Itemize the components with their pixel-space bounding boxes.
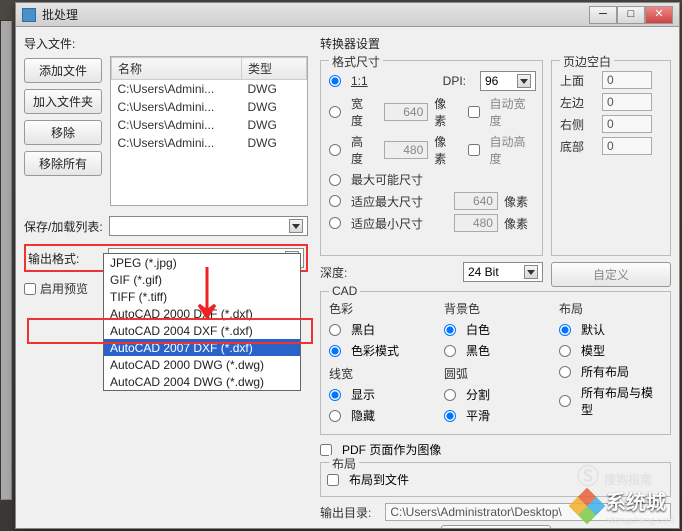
custom-button[interactable]: 自定义 — [551, 262, 671, 287]
fit-min-radio[interactable] — [329, 217, 341, 229]
margins-group: 页边空白 上面 左边 右侧 底部 — [551, 60, 671, 256]
pdf-as-image-check[interactable] — [320, 444, 332, 456]
chevron-down-icon — [289, 219, 303, 233]
arc-split-radio[interactable] — [444, 389, 456, 401]
dropdown-option[interactable]: JPEG (*.jpg) — [104, 254, 300, 271]
dropdown-option[interactable]: GIF (*.gif) — [104, 271, 300, 288]
col-name[interactable]: 名称 — [112, 58, 242, 80]
auto-width-check[interactable] — [468, 106, 480, 118]
titlebar[interactable]: 批处理 ─ □ ✕ — [16, 3, 679, 27]
width-input[interactable] — [384, 103, 428, 121]
table-row: C:\Users\Admini...DWG — [112, 98, 307, 116]
layout-all-radio[interactable] — [559, 366, 571, 378]
lw-hide-radio[interactable] — [329, 410, 341, 422]
depth-combo[interactable]: 24 Bit — [463, 262, 543, 282]
arc-smooth-radio[interactable] — [444, 410, 456, 422]
layout2-group: 布局 布局到文件 — [320, 462, 671, 497]
output-format-dropdown[interactable]: JPEG (*.jpg) GIF (*.gif) TIFF (*.tiff) A… — [103, 253, 301, 391]
dropdown-option[interactable]: AutoCAD 2004 DXF (*.dxf) — [104, 322, 300, 339]
output-format-label: 输出格式: — [28, 250, 102, 267]
add-folder-button[interactable]: 加入文件夹 — [24, 89, 102, 114]
lw-show-radio[interactable] — [329, 389, 341, 401]
remove-all-button[interactable]: 移除所有 — [24, 151, 102, 176]
enable-preview-checkbox[interactable] — [24, 283, 36, 295]
add-files-button[interactable]: 添加文件 — [24, 58, 102, 83]
dropdown-option-selected[interactable]: AutoCAD 2007 DXF (*.dxf) — [104, 339, 300, 356]
format-size-group: 格式尺寸 1:1 DPI: 96 宽度 像素 — [320, 60, 543, 256]
window-title: 批处理 — [42, 6, 78, 23]
maximize-button[interactable]: □ — [617, 6, 645, 24]
margin-right-input[interactable] — [602, 115, 652, 133]
start-button[interactable]: 开始 — [441, 525, 551, 528]
table-row: C:\Users\Admini...DWG — [112, 134, 307, 152]
conv-settings-label: 转换器设置 — [320, 35, 671, 52]
table-row: C:\Users\Admini...DWG — [112, 116, 307, 134]
auto-height-check[interactable] — [468, 144, 480, 156]
dropdown-option[interactable]: AutoCAD 2000 DXF (*.dxf) — [104, 305, 300, 322]
app-icon — [22, 8, 36, 22]
colormode-radio[interactable] — [329, 345, 341, 357]
dropdown-option[interactable]: AutoCAD 2004 DWG (*.dwg) — [104, 373, 300, 390]
layout-allmodel-radio[interactable] — [559, 395, 571, 407]
output-dir-input[interactable] — [385, 503, 671, 521]
dropdown-option[interactable]: AutoCAD 2000 DWG (*.dwg) — [104, 356, 300, 373]
layout-to-file-check[interactable] — [327, 474, 339, 486]
max-possible-radio[interactable] — [329, 174, 341, 186]
bg-left-rail — [0, 20, 12, 500]
dpi-combo[interactable]: 96 — [480, 71, 536, 91]
remove-button[interactable]: 移除 — [24, 120, 102, 145]
margin-top-input[interactable] — [602, 71, 652, 89]
height-input[interactable] — [384, 141, 428, 159]
import-label: 导入文件: — [24, 35, 308, 52]
chevron-down-icon — [517, 74, 531, 88]
dropdown-option[interactable]: TIFF (*.tiff) — [104, 288, 300, 305]
table-row: C:\Users\Admini...DWG — [112, 80, 307, 99]
height-radio[interactable] — [329, 144, 341, 156]
file-table[interactable]: 名称 类型 C:\Users\Admini...DWG C:\Users\Adm… — [110, 56, 308, 206]
save-load-label: 保存/加载列表: — [24, 218, 103, 235]
chevron-down-icon — [524, 265, 538, 279]
fit-min-input[interactable] — [454, 214, 498, 232]
layout-default-radio[interactable] — [559, 324, 571, 336]
margin-left-input[interactable] — [602, 93, 652, 111]
bg-black-radio[interactable] — [444, 345, 456, 357]
bg-white-radio[interactable] — [444, 324, 456, 336]
close-button[interactable]: ✕ — [645, 6, 673, 24]
fit-max-input[interactable] — [454, 192, 498, 210]
width-radio[interactable] — [329, 106, 341, 118]
cad-group: CAD 色彩 黑白 色彩模式 线宽 显示 隐藏 背景色 白色 黑色 圆弧 — [320, 291, 671, 435]
enable-preview-label: 启用预览 — [40, 280, 88, 297]
save-load-combo[interactable] — [109, 216, 308, 236]
margin-bottom-input[interactable] — [602, 137, 652, 155]
layout-model-radio[interactable] — [559, 345, 571, 357]
col-type[interactable]: 类型 — [242, 58, 307, 80]
minimize-button[interactable]: ─ — [589, 6, 617, 24]
ratio-1-1-radio[interactable] — [329, 75, 341, 87]
bw-radio[interactable] — [329, 324, 341, 336]
fit-max-radio[interactable] — [329, 195, 341, 207]
